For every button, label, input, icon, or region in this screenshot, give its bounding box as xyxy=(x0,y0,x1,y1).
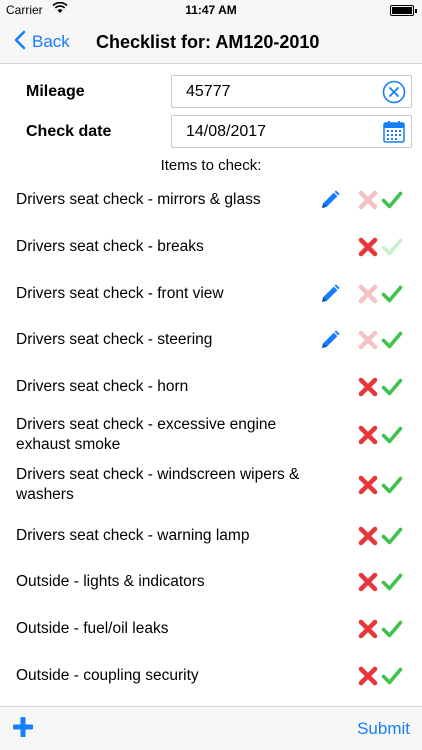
checklist-item-label: Drivers seat check - excessive engine ex… xyxy=(16,416,277,453)
fail-x-icon[interactable] xyxy=(357,189,379,211)
pass-check-icon[interactable] xyxy=(381,665,403,687)
pass-check-icon[interactable] xyxy=(381,329,403,351)
plus-icon xyxy=(13,717,33,737)
pass-check-icon[interactable] xyxy=(381,474,403,496)
checklist-item: Outside - lights & indicators xyxy=(0,570,422,594)
navigation-bar: Back Checklist for: AM120-2010 xyxy=(0,20,422,64)
checklist-item-label: Drivers seat check - warning lamp xyxy=(16,527,250,544)
fail-x-icon[interactable] xyxy=(357,525,379,547)
checklist-item-label: Drivers seat check - mirrors & glass xyxy=(16,191,261,208)
clear-icon[interactable] xyxy=(382,80,406,104)
mileage-field[interactable]: 45777 xyxy=(171,75,412,108)
fail-x-icon[interactable] xyxy=(357,376,379,398)
back-label: Back xyxy=(32,32,70,51)
pass-check-icon[interactable] xyxy=(381,525,403,547)
fail-x-icon[interactable] xyxy=(357,236,379,258)
clock: 11:47 AM xyxy=(185,3,237,17)
check-date-field[interactable]: 14/08/2017 xyxy=(171,115,412,148)
pencil-icon[interactable] xyxy=(319,189,341,211)
fail-x-icon[interactable] xyxy=(357,665,379,687)
pass-check-icon[interactable] xyxy=(381,376,403,398)
checklist-item-label: Drivers seat check - windscreen wipers &… xyxy=(16,466,300,503)
submit-button[interactable]: Submit xyxy=(357,719,410,739)
battery-icon xyxy=(390,5,417,16)
check-date-value[interactable]: 14/08/2017 xyxy=(186,123,266,141)
checklist-item: Outside - coupling security xyxy=(0,664,422,688)
pencil-icon[interactable] xyxy=(319,283,341,305)
checklist-item: Drivers seat check - windscreen wipers &… xyxy=(0,464,422,506)
checklist-item-label: Outside - lights & indicators xyxy=(16,573,205,590)
pencil-icon[interactable] xyxy=(319,329,341,351)
page-title: Checklist for: AM120-2010 xyxy=(96,32,320,52)
pass-check-icon[interactable] xyxy=(381,424,403,446)
pass-check-icon[interactable] xyxy=(381,283,403,305)
calendar-icon[interactable] xyxy=(382,120,406,144)
checklist-item: Drivers seat check - mirrors & glass xyxy=(0,188,422,212)
checklist-item-label: Drivers seat check - steering xyxy=(16,331,213,348)
checklist-item: Drivers seat check - warning lamp xyxy=(0,524,422,548)
pass-check-icon[interactable] xyxy=(381,618,403,640)
pass-check-icon[interactable] xyxy=(381,236,403,258)
checklist-item-label: Drivers seat check - horn xyxy=(16,378,189,395)
checklist-item: Drivers seat check - excessive engine ex… xyxy=(0,414,422,456)
checklist-item: Drivers seat check - breaks xyxy=(0,235,422,259)
back-button[interactable]: Back xyxy=(14,29,70,55)
checklist-item: Outside - fuel/oil leaks xyxy=(0,617,422,641)
checklist-item-label: Outside - fuel/oil leaks xyxy=(16,620,169,637)
status-bar: Carrier 11:47 AM xyxy=(0,0,422,20)
mileage-value[interactable]: 45777 xyxy=(186,83,231,101)
pass-check-icon[interactable] xyxy=(381,571,403,593)
pass-check-icon[interactable] xyxy=(381,189,403,211)
checklist-item: Drivers seat check - front view xyxy=(0,282,422,306)
checklist-item-label: Drivers seat check - front view xyxy=(16,285,224,302)
items-heading: Items to check: xyxy=(160,157,262,174)
fail-x-icon[interactable] xyxy=(357,329,379,351)
fail-x-icon[interactable] xyxy=(357,474,379,496)
checklist-item: Drivers seat check - horn xyxy=(0,375,422,399)
fail-x-icon[interactable] xyxy=(357,424,379,446)
fail-x-icon[interactable] xyxy=(357,283,379,305)
bottom-toolbar: Submit xyxy=(0,706,422,750)
mileage-label: Mileage xyxy=(26,83,85,100)
checklist-item-label: Drivers seat check - breaks xyxy=(16,238,204,255)
checklist-item-label: Outside - coupling security xyxy=(16,667,199,684)
mileage-row: Mileage 45777 xyxy=(0,75,422,109)
fail-x-icon[interactable] xyxy=(357,618,379,640)
check-date-row: Check date 14/08/2017 xyxy=(0,115,422,149)
add-button[interactable] xyxy=(12,716,34,738)
fail-x-icon[interactable] xyxy=(357,571,379,593)
check-date-label: Check date xyxy=(26,123,112,140)
checklist-item: Drivers seat check - steering xyxy=(0,328,422,352)
chevron-left-icon xyxy=(14,30,32,55)
